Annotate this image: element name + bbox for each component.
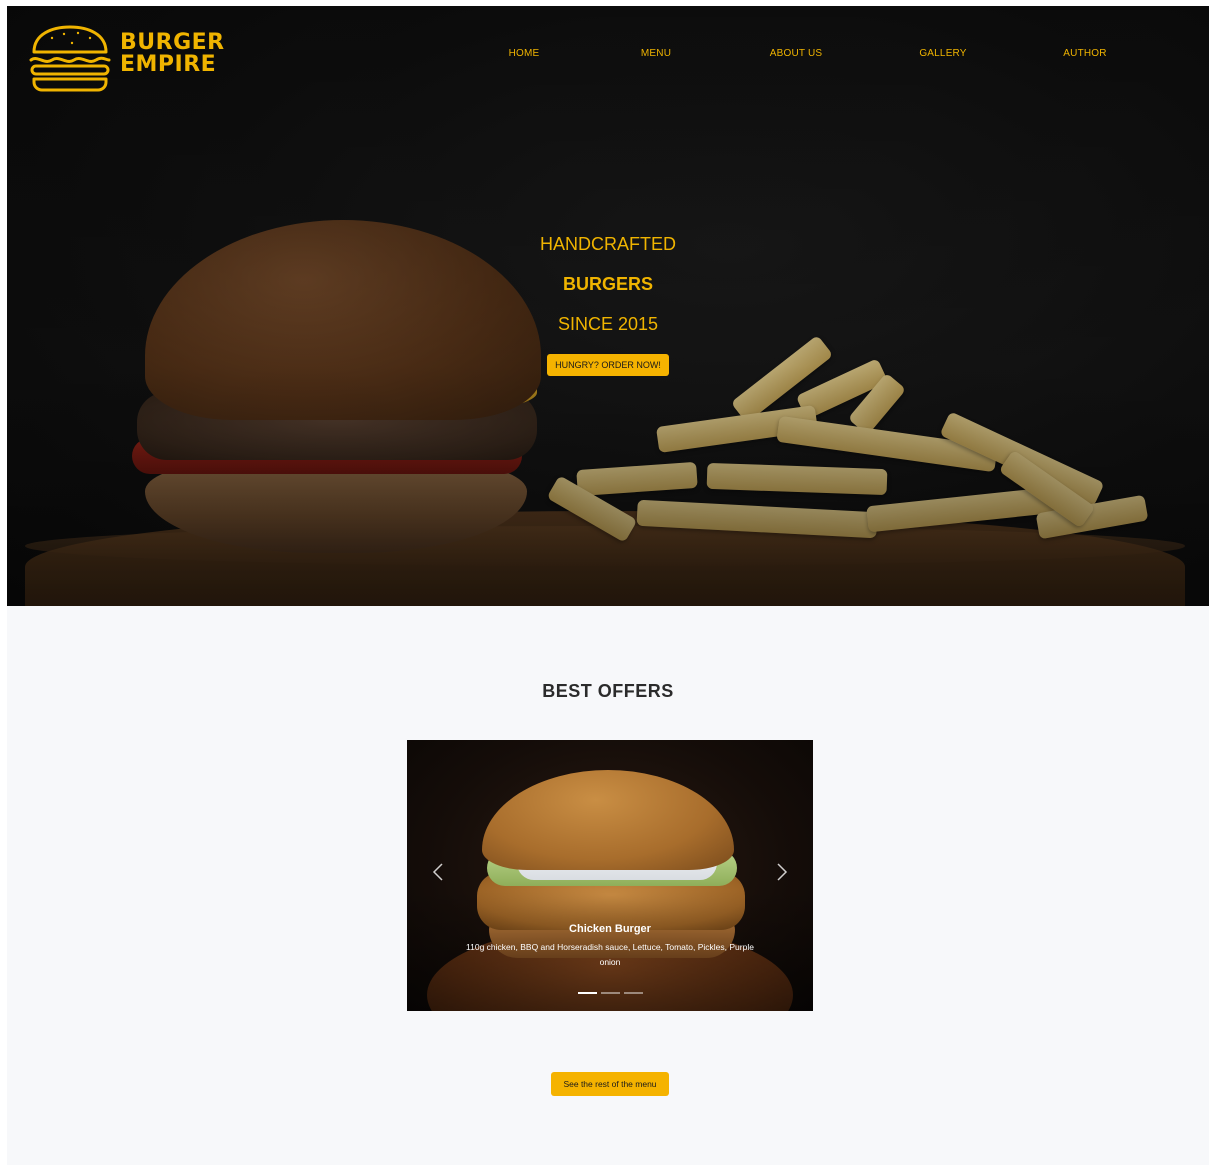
nav-gallery[interactable]: GALLERY <box>919 48 966 59</box>
hero-headline: HANDCRAFTED BURGERS SINCE 2015 HUNGRY? O… <box>7 234 1209 376</box>
chevron-right-icon <box>777 863 788 881</box>
nav-home[interactable]: HOME <box>509 48 540 59</box>
chevron-left-icon <box>432 863 443 881</box>
main-nav: HOME MENU ABOUT US GALLERY AUTHOR <box>7 48 1209 62</box>
hero-line-burgers: BURGERS <box>562 274 653 294</box>
carousel-next-button[interactable] <box>771 862 793 888</box>
carousel-indicator-3[interactable] <box>623 992 643 994</box>
best-offers-section: BEST OFFERS Chicken Burger 110g chicken,… <box>7 606 1209 1165</box>
nav-author[interactable]: AUTHOR <box>1063 48 1106 59</box>
carousel-caption: Chicken Burger 110g chicken, BBQ and Hor… <box>407 923 813 970</box>
hero-section: BURGER EMPIRE HOME MENU ABOUT US GALLERY… <box>7 6 1209 606</box>
hero-line-handcrafted: HANDCRAFTED <box>539 234 676 254</box>
carousel-indicator-1[interactable] <box>577 992 597 994</box>
carousel-prev-button[interactable] <box>427 862 449 888</box>
hero-line-since: SINCE 2015 <box>557 314 659 334</box>
see-menu-button[interactable]: See the rest of the menu <box>551 1072 669 1096</box>
nav-about-us[interactable]: ABOUT US <box>770 48 823 59</box>
best-offers-title: BEST OFFERS <box>542 681 674 701</box>
order-now-button[interactable]: HUNGRY? ORDER NOW! <box>547 354 669 376</box>
carousel-indicator-2[interactable] <box>600 992 620 994</box>
slide-title: Chicken Burger <box>569 923 651 935</box>
nav-menu[interactable]: MENU <box>641 48 671 59</box>
offers-carousel[interactable]: Chicken Burger 110g chicken, BBQ and Hor… <box>407 740 813 1011</box>
slide-description: 110g chicken, BBQ and Horseradish sauce,… <box>466 942 754 967</box>
carousel-indicators <box>407 992 813 994</box>
